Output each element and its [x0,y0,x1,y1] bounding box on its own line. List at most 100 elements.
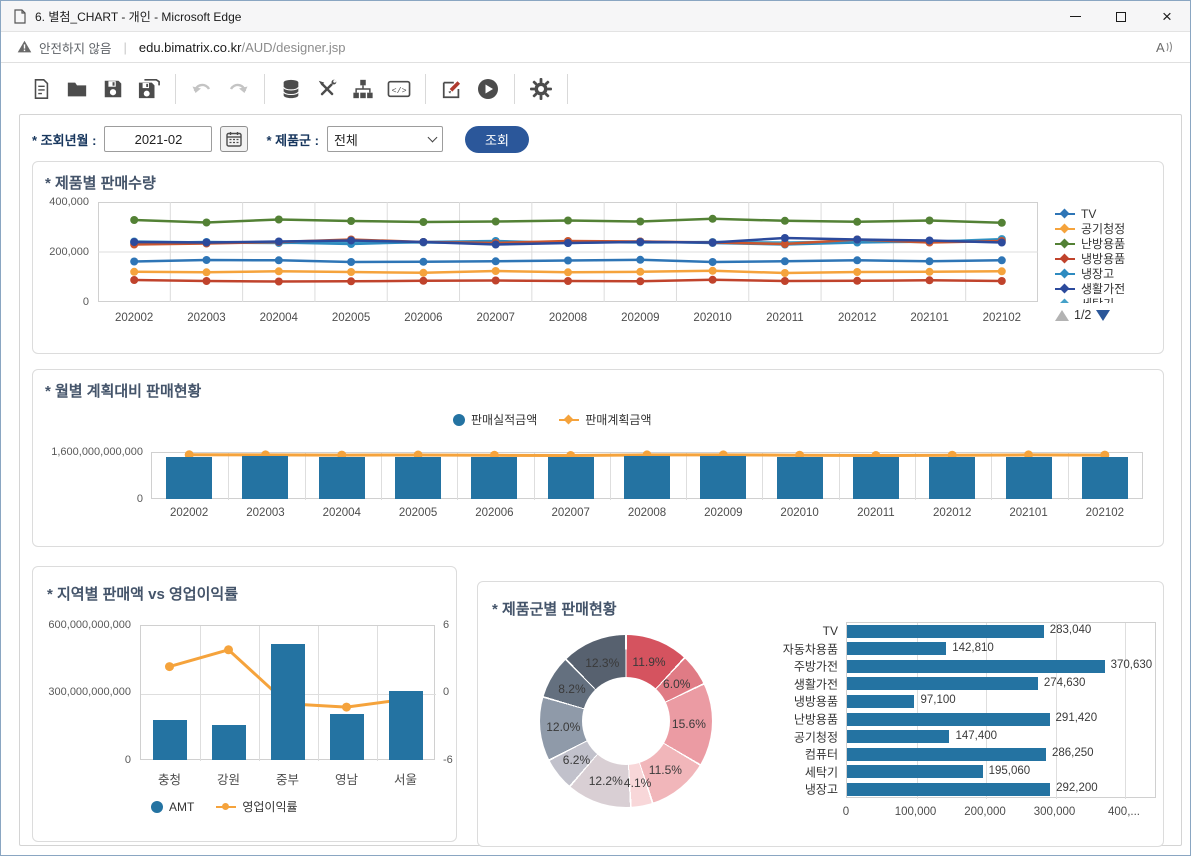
right-y-axis-label: 0 [443,686,449,698]
donut-label: 11.5% [649,763,682,777]
x-axis-label: 202102 [1086,507,1124,519]
donut-label: 8.2% [558,682,585,696]
hbar-value-label: 283,040 [1050,624,1092,636]
hbar-bar [847,695,914,708]
save-icon[interactable] [95,74,131,104]
legend-pager: 1/2 [1055,308,1110,322]
x-axis-label: 202002 [115,312,153,324]
panel-product-qty: * 제품별 판매수량 400,000 200,000 0 20200220200… [32,161,1164,354]
read-aloud-icon[interactable]: A [1154,38,1174,61]
hbar-x-label: 400,... [1108,806,1140,818]
legend-item[interactable]: 냉장고 [1055,266,1161,281]
hbar-bar [847,625,1044,638]
legend-item[interactable]: 판매실적금액 [453,412,537,427]
bar [166,457,212,499]
bar [929,457,975,499]
legend-page-down-icon[interactable] [1096,310,1110,321]
maximize-button[interactable] [1098,1,1144,32]
panel-product-group: * 제품군별 판매현황 11.9%6.0%15.6%11.5%4.1%12.2%… [477,581,1164,847]
donut-label: 12.0% [546,720,580,734]
left-y-axis-label: 300,000,000,000 [48,686,131,698]
bar [1082,457,1128,499]
legend-item[interactable]: 공기청정 [1055,221,1161,236]
legend-page-indicator: 1/2 [1074,308,1091,322]
bar [395,457,441,499]
y-axis-label: 0 [83,296,89,308]
chart-title: * 월별 계획대비 판매현황 [45,380,201,401]
hbar-category-label: 난방용품 [718,711,838,728]
date-input[interactable] [104,126,212,152]
line-diamond-marker [1055,254,1075,264]
hbar-category-label: 공기청정 [718,728,838,745]
url-text[interactable]: edu.bimatrix.co.kr/AUD/designer.jsp [139,40,346,55]
x-axis-label: 서울 [394,769,417,788]
edit-icon[interactable] [434,74,470,104]
search-button[interactable]: 조회 [465,126,529,153]
product-select-value: 전체 [334,130,358,149]
save-as-icon[interactable] [131,74,167,104]
x-axis-label: 202005 [332,312,370,324]
panel-region: * 지역별 판매액 vs 영업이익률 600,000,000,000 300,0… [32,566,457,842]
browser-window: 6. 별첨_CHART - 개인 - Microsoft Edge × 안전하지… [0,0,1191,856]
hbar-category-label: 냉방용품 [718,693,838,710]
legend-item[interactable]: TV [1055,206,1161,221]
panel-monthly-plan: * 월별 계획대비 판매현황 판매실적금액 판매계획금액 1,600,000,0… [32,369,1164,547]
legend-item[interactable]: 영업이익률 [216,799,297,814]
minimize-button[interactable] [1052,1,1098,32]
hbar-bar [847,730,949,743]
product-select[interactable]: 전체 [327,126,443,152]
bar [330,714,364,760]
x-axis-label: 202007 [477,312,515,324]
x-axis-label: 202101 [910,312,948,324]
database-icon[interactable] [273,74,309,104]
x-axis-label: 202012 [838,312,876,324]
calendar-button[interactable] [220,126,248,152]
legend-item[interactable]: 냉방용품 [1055,251,1161,266]
left-y-axis-label: 600,000,000,000 [48,619,131,631]
open-folder-icon[interactable] [59,74,95,104]
x-axis-label: 202003 [187,312,225,324]
hbar-bar [847,783,1050,796]
bar [1006,457,1052,499]
line-diamond-marker [559,415,579,425]
line-diamond-marker [1055,299,1075,304]
code-editor-icon[interactable]: </> [381,74,417,104]
hbar-category-label: 자동차용품 [718,640,838,657]
hbar-category-label: 컴퓨터 [718,746,838,763]
settings-icon[interactable] [523,74,559,104]
title-bar: 6. 별첨_CHART - 개인 - Microsoft Edge × [1,1,1190,32]
legend-item[interactable]: 생활가전 [1055,281,1161,296]
bar [271,644,305,760]
line-circle-marker [216,802,236,812]
x-axis-label: 202011 [766,312,804,324]
bar [212,725,246,760]
hbar-value-label: 97,100 [920,694,955,706]
svg-text:A: A [1156,40,1165,55]
new-document-icon[interactable] [23,74,59,104]
tools-icon[interactable] [309,74,345,104]
hbar-category-label: 냉장고 [718,781,838,798]
hbar-value-label: 142,810 [952,642,994,654]
close-button[interactable]: × [1144,1,1190,32]
hbar-value-label: 274,630 [1044,677,1086,689]
bar [319,457,365,499]
donut-label: 11.9% [632,655,665,669]
legend-item[interactable]: 판매계획금액 [559,412,651,427]
legend-page-up-icon[interactable] [1055,310,1069,321]
run-icon[interactable] [470,74,506,104]
hbar-bar [847,642,946,655]
hierarchy-icon[interactable] [345,74,381,104]
right-y-axis-label: 6 [443,619,449,631]
hbar-value-label: 370,630 [1111,659,1153,671]
y-axis-label: 0 [137,493,143,505]
legend-item[interactable]: 난방용품 [1055,236,1161,251]
date-filter-label: * 조회년월 : [32,130,96,149]
line-diamond-marker [1055,209,1075,219]
donut-label: 6.2% [563,753,590,767]
legend-item[interactable]: 세탁기 [1055,296,1161,303]
legend-item[interactable]: AMT [151,799,194,814]
x-axis-label: 202004 [323,507,361,519]
x-axis-label: 202002 [170,507,208,519]
url-host: edu.bimatrix.co.kr [139,40,242,55]
address-bar[interactable]: 안전하지 않음 | edu.bimatrix.co.kr/AUD/designe… [1,33,1190,63]
